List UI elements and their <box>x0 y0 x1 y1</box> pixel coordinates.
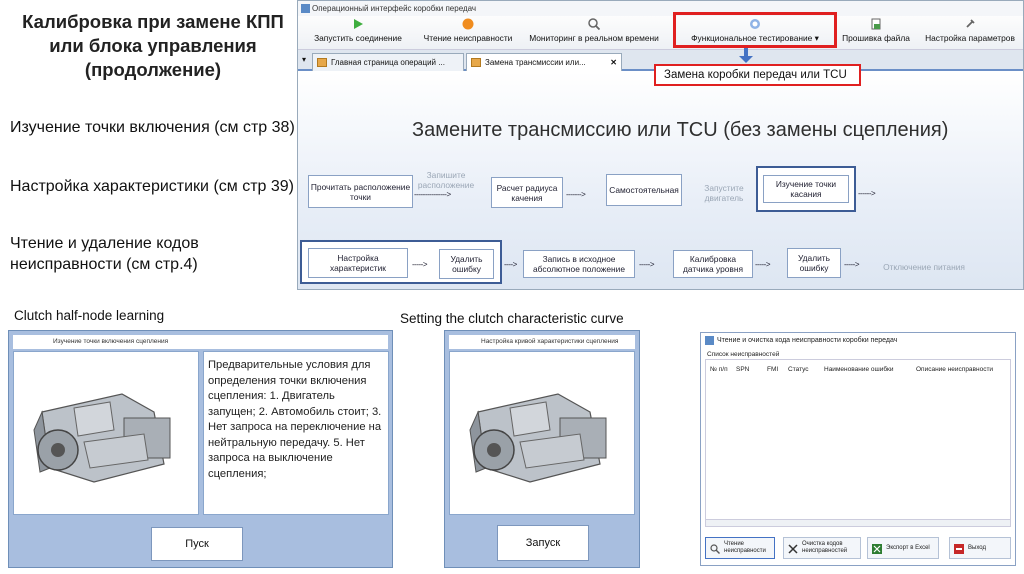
export-excel-button[interactable]: Экспорт в Excel <box>867 537 939 559</box>
flow-step: Калибровка датчика уровня <box>673 250 753 278</box>
flow-step: Самостоятельная <box>606 174 682 206</box>
app-icon <box>301 4 310 13</box>
flow-label: Запустите двигатель <box>704 183 744 203</box>
excel-icon <box>872 544 882 554</box>
exit-icon <box>954 544 964 554</box>
flow-arrow: -----> <box>639 260 655 269</box>
window-title: Чтение и очистка кода неисправности коро… <box>717 337 898 344</box>
close-icon[interactable]: ✕ <box>610 54 617 71</box>
tab-list-chevron-icon[interactable]: ▾ <box>302 55 306 64</box>
list-item: Чтение и удаление кодов неисправности (с… <box>10 235 199 273</box>
highlight-callout-box <box>673 12 837 48</box>
flow-arrow: ------> <box>858 189 876 198</box>
flow-step-highlighted: Изучение точки касания <box>756 166 856 212</box>
column-header: Статус <box>788 366 809 373</box>
flow-step: Расчет радиуса качения <box>491 177 563 208</box>
flow-arrow: ---------------> <box>414 190 451 199</box>
play-icon <box>354 19 363 29</box>
page-heading: Замените трансмиссию или TCU (без замены… <box>412 119 949 141</box>
clear-faults-button[interactable]: Очистка кодов неисправностей <box>783 537 861 559</box>
window-icon <box>705 336 714 345</box>
flow-label: Запишите расположение <box>417 170 475 190</box>
flow-step: Запись в исходное абсолютное положение <box>523 250 635 278</box>
preconditions-panel: Предварительные условия для определения … <box>203 351 389 515</box>
transmission-image-panel <box>13 351 199 515</box>
flow-step: Удалить ошибку <box>439 249 494 279</box>
window-title: Операционный интерфейс коробки передач <box>312 4 477 13</box>
toolbar: Запустить соединение Чтение неисправност… <box>298 16 1023 50</box>
callout-label: Замена коробки передач или TCU <box>654 64 861 86</box>
fault-code-window: Чтение и очистка кода неисправности коро… <box>700 332 1016 566</box>
parameter-settings-button[interactable]: Настройка параметров <box>920 18 1020 48</box>
page-icon <box>471 58 481 67</box>
flow-label: Отключение питания <box>883 262 965 272</box>
clutch-curve-dialog: Настройка кривой характеристики сцеплени… <box>444 330 640 568</box>
clutch-point-dialog: Изучение точки включения сцепления Предв… <box>8 330 393 568</box>
preconditions-text: Предварительные условия для определения … <box>208 359 382 480</box>
flow-arrow: -----> <box>412 260 428 269</box>
start-connection-button[interactable]: Запустить соединение <box>308 18 408 48</box>
column-header: Описание неисправности <box>916 366 994 373</box>
column-header: Наименование ошибки <box>824 366 894 373</box>
arrow-down-icon <box>739 48 753 63</box>
caption-left: Clutch half-node learning <box>14 308 165 323</box>
transmission-image-panel <box>449 351 635 515</box>
page-icon <box>317 58 327 67</box>
flash-file-button[interactable]: Прошивка файла <box>836 18 916 48</box>
column-header: FMI <box>767 366 779 373</box>
list-item: Изучение точки включения (см стр 38) <box>10 119 295 136</box>
flow-arrow: -------> <box>566 190 586 199</box>
file-icon <box>871 18 881 30</box>
start-button[interactable]: Пуск <box>151 527 243 561</box>
exit-button[interactable]: Выход <box>949 537 1011 559</box>
flow-step: Удалить ошибку <box>787 248 841 278</box>
monitor-icon <box>588 18 600 30</box>
slide-title: Калибровка при замене КПП или блока упра… <box>22 11 284 80</box>
flow-arrow: -----> <box>844 260 860 269</box>
flow-step: Прочитать расположение точки <box>308 175 413 208</box>
read-icon <box>710 544 720 554</box>
flow-arrow: ----> <box>504 260 517 269</box>
fault-list-label: Список неисправностей <box>707 351 780 358</box>
read-faults-button[interactable]: Чтение неисправности <box>705 537 775 559</box>
flow-step: Настройка характеристик <box>308 248 408 278</box>
circle-icon <box>462 18 474 30</box>
fault-table: № п/п SPN FMI Статус Наименование ошибки… <box>705 359 1011 527</box>
tab-transmission-replacement[interactable]: Замена трансмиссии или... ✕ <box>466 53 622 71</box>
flow-step: Изучение точки касания <box>763 175 849 203</box>
column-header: № п/п <box>710 366 728 373</box>
window-titlebar: Операционный интерфейс коробки передач <box>298 1 1023 16</box>
settings-icon <box>966 19 975 28</box>
flow-arrow: -----> <box>755 260 771 269</box>
transmission-app-window: Операционный интерфейс коробки передач З… <box>297 0 1024 290</box>
read-fault-button[interactable]: Чтение неисправности <box>416 18 520 48</box>
clear-icon <box>788 544 798 554</box>
column-header: SPN <box>736 366 750 373</box>
dialog-title: Изучение точки включения сцепления <box>13 335 388 349</box>
tab-main-page[interactable]: Главная страница операций ... <box>312 53 464 71</box>
list-item: Настройка характеристики (см стр 39) <box>10 178 295 195</box>
launch-button[interactable]: Запуск <box>497 525 589 561</box>
dialog-title: Настройка кривой характеристики сцеплени… <box>449 335 635 349</box>
gearbox-image <box>33 393 171 483</box>
realtime-monitoring-button[interactable]: Мониторинг в реальном времени <box>526 18 662 48</box>
app-content: Замените трансмиссию или TCU (без замены… <box>298 72 1023 289</box>
caption-middle: Setting the clutch characteristic curve <box>400 311 624 326</box>
horizontal-scrollbar[interactable] <box>706 519 1010 526</box>
gearbox-image <box>469 393 607 483</box>
